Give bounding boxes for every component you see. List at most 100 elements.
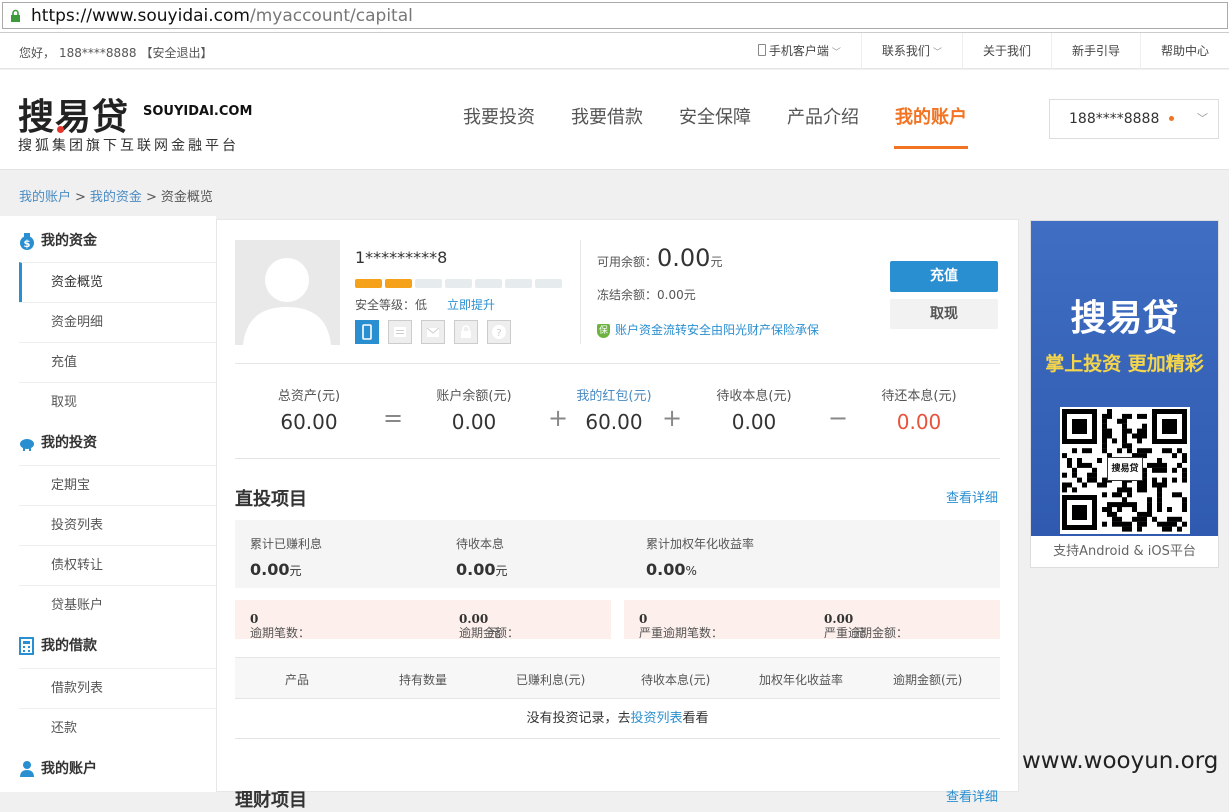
breadcrumb-my-account[interactable]: 我的账户 [19, 190, 71, 205]
sidebar-item-overview[interactable]: 资金概览 [19, 262, 216, 302]
browser-address-bar: https://www.souyidai.com/myaccount/capit… [0, 0, 1229, 33]
sidebar-item-details[interactable]: 资金明细 [19, 302, 216, 342]
security-icons: ? [355, 320, 520, 344]
logo-text[interactable]: 搜易贷 [18, 88, 129, 140]
top-utility-bar: 您好， 188****8888 【安全退出】 手机客户端 ﹀ 联系我们 ﹀ 关于我们 新… [0, 33, 1229, 69]
summary-total-assets: 总资产(元) 60.00 [277, 389, 341, 434]
question-icon[interactable]: ? [487, 320, 511, 344]
money-bag-icon: $ [20, 233, 34, 250]
id-card-icon[interactable] [388, 320, 412, 344]
table-header: 产品 持有数量 已赚利息(元) 待收本息(元) 加权年化收益率 逾期金额(元) [235, 657, 1000, 699]
direct-stats: 累计已赚利息 0.00元 待收本息 0.00元 累计加权年化收益率 0.00% [235, 520, 1000, 588]
equals-sign: = [383, 404, 404, 432]
sidebar-item-invest-list[interactable]: 投资列表 [19, 505, 216, 545]
url-field[interactable]: https://www.souyidai.com/myaccount/capit… [2, 2, 1228, 29]
sidebar: $ 我的资金 资金概览 资金明细 充值 取现 我的投资 定期宝 投资列表 债权转让… [0, 216, 216, 792]
summary-balance: 账户余额(元) 0.00 [436, 389, 512, 434]
mobile-verified-icon[interactable] [355, 320, 379, 344]
email-icon[interactable] [421, 320, 445, 344]
upgrade-security-link[interactable]: 立即提升 [447, 298, 495, 312]
frozen-balance: 冻结余额：0.00元 [597, 288, 696, 302]
sidebar-item-recharge[interactable]: 充值 [19, 342, 216, 382]
notification-dot [1169, 115, 1175, 121]
stat-earned-interest: 累计已赚利息 0.00元 [250, 537, 323, 579]
sidebar-group-investment: 我的投资 [19, 432, 97, 454]
divider [235, 458, 1000, 459]
stat-annual-yield: 累计加权年化收益率 0.00% [646, 537, 755, 579]
svg-text:?: ? [496, 328, 501, 339]
section-title-direct: 直投项目 [235, 489, 307, 510]
red-packet-link[interactable]: 我的红包(元) [554, 385, 674, 404]
nav-borrow[interactable]: 我要借款 [553, 70, 661, 150]
invest-list-link[interactable]: 投资列表 [630, 711, 682, 726]
col-receivable: 待收本息(元) [641, 673, 711, 687]
serious-overdue-count: 严重逾期笔数： 0 [639, 612, 724, 640]
lock-icon[interactable] [454, 320, 478, 344]
sidebar-item-fund-account[interactable]: 贷基账户 [19, 585, 216, 625]
col-yield: 加权年化收益率 [759, 673, 844, 687]
nav-products[interactable]: 产品介绍 [769, 70, 877, 150]
help-center-link[interactable]: 帮助中心 [1139, 33, 1229, 69]
security-bar-segment [445, 279, 472, 288]
serious-overdue-amount: 严重逾期金额： 0.00 元 [824, 612, 909, 640]
default-avatar-icon [243, 258, 331, 345]
beginner-guide-link[interactable]: 新手引导 [1050, 33, 1140, 69]
col-earned: 已赚利息(元) [516, 673, 586, 687]
sidebar-group-account: 我的账户 [19, 758, 97, 780]
logo-dot [57, 126, 64, 133]
nav-security[interactable]: 安全保障 [661, 70, 769, 150]
user-phone: 188****8888 [59, 46, 137, 60]
breadcrumb-my-capital[interactable]: 我的资金 [90, 190, 142, 205]
ad-platform-note: 支持Android & iOS平台 [1053, 544, 1196, 559]
nav-invest[interactable]: 我要投资 [445, 70, 553, 150]
recharge-button[interactable]: 充值 [890, 261, 998, 292]
security-bar-segment [385, 279, 412, 288]
logo-tagline: 搜狐集团旗下互联网金融平台 [18, 138, 239, 154]
security-bar-segment [505, 279, 532, 288]
security-bar-segment [415, 279, 442, 288]
sidebar-item-withdraw[interactable]: 取现 [19, 382, 216, 422]
view-details-link-2[interactable]: 查看详细 [946, 786, 998, 805]
available-balance: 可用余额：0.00元 [597, 244, 723, 272]
url-text: https://www.souyidai.com/myaccount/capit… [31, 6, 413, 26]
main-nav: 我要投资 我要借款 安全保障 产品介绍 我的账户 [445, 70, 985, 170]
security-bar-segment [355, 279, 382, 288]
sidebar-item-fixed[interactable]: 定期宝 [19, 465, 216, 505]
withdraw-button[interactable]: 取现 [890, 299, 998, 329]
mobile-client-link[interactable]: 手机客户端 ﹀ [738, 33, 861, 69]
svg-text:$: $ [24, 239, 31, 250]
security-bar-segment [475, 279, 502, 288]
chevron-down-icon: ﹀ [932, 48, 942, 58]
about-us-link[interactable]: 关于我们 [961, 33, 1051, 69]
security-level: 安全等级：低 立即提升 [355, 298, 496, 312]
insurance-note[interactable]: 保账户资金流转安全由阳光财产保险承保 [597, 321, 819, 338]
sidebar-group-loans: 我的借款 [19, 635, 97, 657]
sidebar-item-transfer[interactable]: 债权转让 [19, 545, 216, 585]
sidebar-group-capital: $ 我的资金 [19, 230, 97, 252]
avatar[interactable] [235, 240, 340, 345]
divider [235, 363, 1000, 364]
minus-sign: − [828, 404, 849, 432]
overdue-count: 逾期笔数： 0 [250, 612, 311, 640]
summary-payable: 待还本息(元) 0.00 [881, 389, 957, 434]
overdue-amount: 逾期金额： 0.00 元 [459, 612, 520, 640]
contact-us-link[interactable]: 联系我们 ﹀ [860, 33, 962, 69]
chevron-down-icon: ﹀ [831, 48, 841, 58]
phone-icon [757, 44, 766, 56]
site-header: 搜易贷 SOUYIDAI.COM 搜狐集团旗下互联网金融平台 我要投资 我要借款… [0, 70, 1229, 170]
nav-my-account[interactable]: 我的账户 [877, 70, 985, 150]
sidebar-item-loan-list[interactable]: 借款列表 [19, 668, 216, 708]
qr-code: 搜易贷 [1060, 407, 1190, 534]
serious-overdue-box: 严重逾期笔数： 0 严重逾期金额： 0.00 元 [624, 600, 1000, 640]
user-dropdown[interactable]: 188****8888 ﹀ [1049, 99, 1219, 139]
security-level-bar [355, 279, 565, 288]
lock-icon [11, 9, 20, 22]
sidebar-item-repay[interactable]: 还款 [19, 708, 216, 748]
view-details-link[interactable]: 查看详细 [946, 487, 998, 506]
shield-icon: 保 [597, 323, 610, 338]
app-ad-banner[interactable]: 搜易贷 掌上投资 更加精彩 搜易贷 支持Android & iOS平台 [1030, 220, 1219, 568]
security-bar-segment [535, 279, 562, 288]
overdue-box: 逾期笔数： 0 逾期金额： 0.00 元 [235, 600, 611, 640]
logout-link[interactable]: 【安全退出】 [140, 46, 212, 60]
piggy-bank-icon [20, 439, 34, 451]
